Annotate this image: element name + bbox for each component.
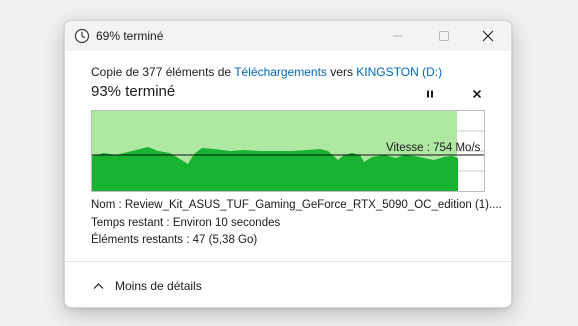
close-icon — [482, 30, 494, 42]
copy-progress-icon — [74, 28, 90, 44]
copy-progress-dialog: 69% terminé Copie de 377 éléments de Tél… — [64, 20, 512, 308]
file-name-row: Nom : Review_Kit_ASUS_TUF_Gaming_GeForce… — [91, 199, 502, 211]
transfer-speed-graph: Vitesse : 754 Mo/s — [91, 110, 485, 192]
footer-divider — [65, 261, 511, 262]
copy-description: Copie de 377 éléments de Téléchargements… — [91, 65, 442, 79]
items-remaining-row: Éléments restants : 47 (5,38 Go) — [91, 234, 257, 246]
maximize-button[interactable] — [421, 21, 467, 51]
time-remaining-row: Temps restant : Environ 10 secondes — [91, 217, 280, 229]
minimize-icon — [393, 35, 403, 37]
source-folder-link[interactable]: Téléchargements — [234, 65, 327, 79]
title-bar: 69% terminé — [65, 21, 511, 51]
file-name-value: Review_Kit_ASUS_TUF_Gaming_GeForce_RTX_5… — [124, 199, 502, 211]
cancel-icon — [472, 89, 482, 99]
cancel-button[interactable] — [468, 86, 486, 102]
pause-button[interactable] — [421, 86, 439, 102]
close-button[interactable] — [465, 21, 511, 51]
speed-label: Vitesse : 754 Mo/s — [386, 142, 481, 154]
minimize-button[interactable] — [375, 21, 421, 51]
copy-middle: vers — [326, 65, 357, 79]
chevron-up-icon — [93, 282, 104, 290]
items-remaining-value: 47 (5,38 Go) — [192, 234, 258, 246]
pause-icon — [427, 90, 433, 98]
destination-drive-link[interactable]: KINGSTON (D:) — [356, 65, 442, 79]
window-title: 69% terminé — [96, 29, 164, 43]
copy-prefix: Copie de 377 éléments de — [91, 65, 235, 79]
fewer-details-toggle[interactable]: Moins de détails — [93, 277, 202, 295]
file-name-label: Nom : — [91, 199, 122, 211]
progress-percent: 93% terminé — [91, 83, 176, 100]
items-remaining-label: Éléments restants : — [91, 234, 190, 246]
fewer-details-label: Moins de détails — [115, 279, 202, 293]
maximize-icon — [439, 31, 449, 41]
time-remaining-value: Environ 10 secondes — [172, 217, 281, 229]
time-remaining-label: Temps restant : — [91, 217, 170, 229]
